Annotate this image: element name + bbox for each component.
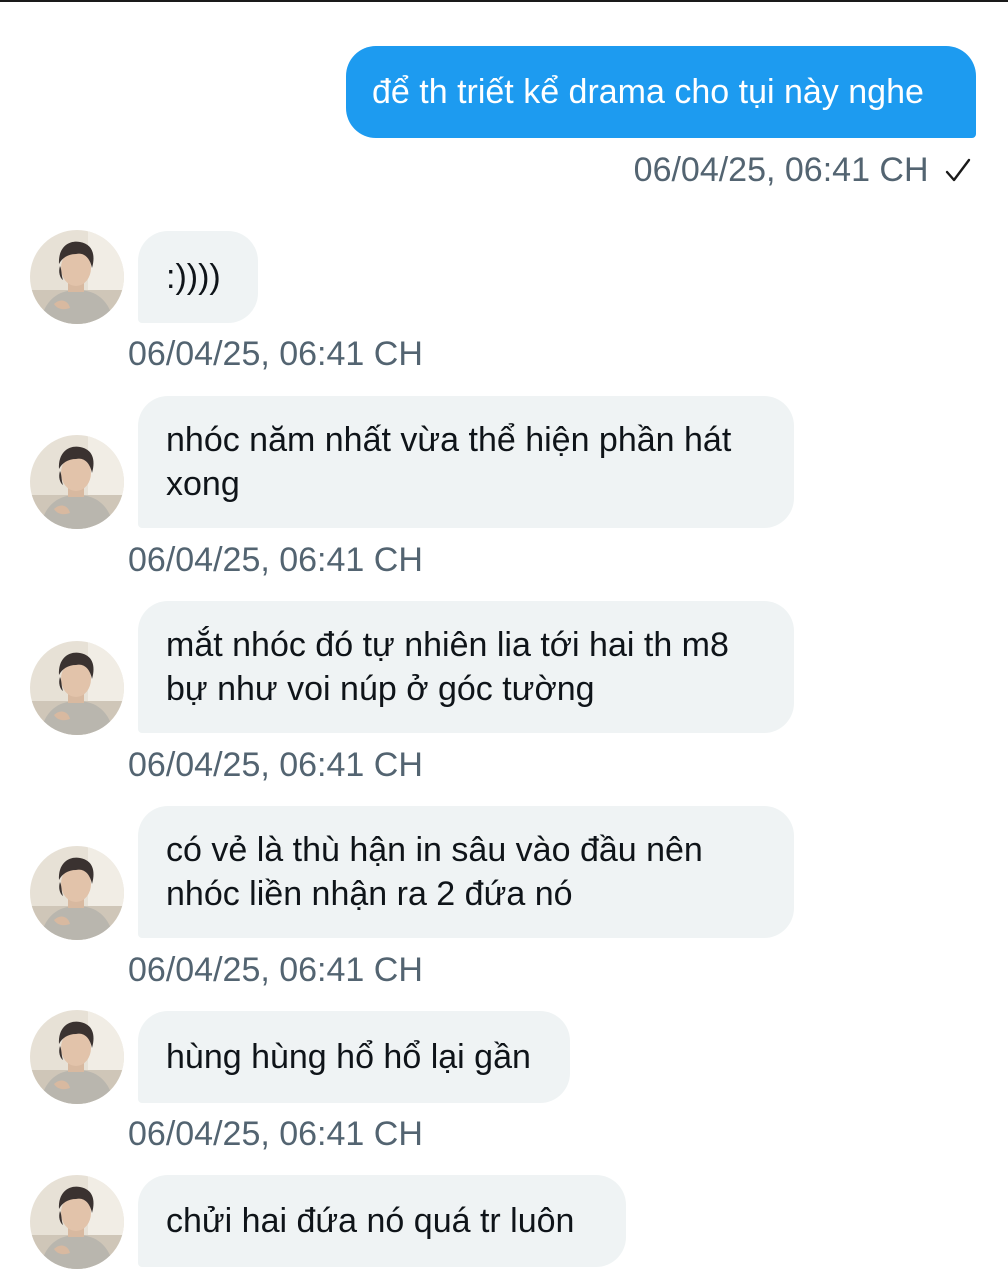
- incoming-message-text: chửi hai đứa nó quá tr luôn: [166, 1202, 575, 1240]
- avatar[interactable]: [30, 435, 124, 529]
- avatar[interactable]: [30, 1175, 124, 1269]
- profile-photo: [30, 1175, 124, 1269]
- incoming-message-text: mắt nhóc đó tự nhiên lia tới hai th m8 b…: [166, 626, 729, 708]
- profile-photo: [30, 641, 124, 735]
- incoming-message-text: :)))): [166, 258, 221, 296]
- incoming-timestamp: 06/04/25, 06:41 CH: [128, 951, 423, 989]
- incoming-timestamp: 06/04/25, 06:41 CH: [128, 541, 423, 579]
- outgoing-message-text: để th triết kể drama cho tụi này nghe: [372, 73, 924, 111]
- incoming-message-bubble[interactable]: :)))): [138, 231, 258, 323]
- outgoing-message-meta: 06/04/25, 06:41 CH: [634, 145, 972, 195]
- avatar[interactable]: [30, 1010, 124, 1104]
- outgoing-message-bubble[interactable]: để th triết kể drama cho tụi này nghe: [346, 46, 976, 138]
- incoming-timestamp: 06/04/25, 06:41 CH: [128, 746, 423, 784]
- avatar[interactable]: [30, 641, 124, 735]
- incoming-message-bubble[interactable]: mắt nhóc đó tự nhiên lia tới hai th m8 b…: [138, 601, 794, 733]
- incoming-message-text: nhóc năm nhất vừa thể hiện phần hát xong: [166, 421, 732, 503]
- incoming-message-text: có vẻ là thù hận in sâu vào đầu nên nhóc…: [166, 831, 703, 913]
- profile-photo: [30, 1010, 124, 1104]
- avatar[interactable]: [30, 230, 124, 324]
- profile-photo: [30, 435, 124, 529]
- outgoing-timestamp: 06/04/25, 06:41 CH: [633, 151, 929, 189]
- incoming-timestamp: 06/04/25, 06:41 CH: [128, 1115, 423, 1153]
- profile-photo: [30, 230, 124, 324]
- incoming-message-bubble[interactable]: nhóc năm nhất vừa thể hiện phần hát xong: [138, 396, 794, 528]
- incoming-message-text: hùng hùng hổ hổ lại gần: [166, 1038, 531, 1076]
- check-icon: [945, 158, 971, 182]
- incoming-message-bubble[interactable]: hùng hùng hổ hổ lại gần: [138, 1011, 570, 1103]
- profile-photo: [30, 846, 124, 940]
- avatar[interactable]: [30, 846, 124, 940]
- incoming-message-bubble[interactable]: có vẻ là thù hận in sâu vào đầu nên nhóc…: [138, 806, 794, 938]
- incoming-message-bubble[interactable]: chửi hai đứa nó quá tr luôn: [138, 1175, 626, 1267]
- top-divider: [0, 0, 1008, 2]
- incoming-timestamp: 06/04/25, 06:41 CH: [128, 335, 423, 373]
